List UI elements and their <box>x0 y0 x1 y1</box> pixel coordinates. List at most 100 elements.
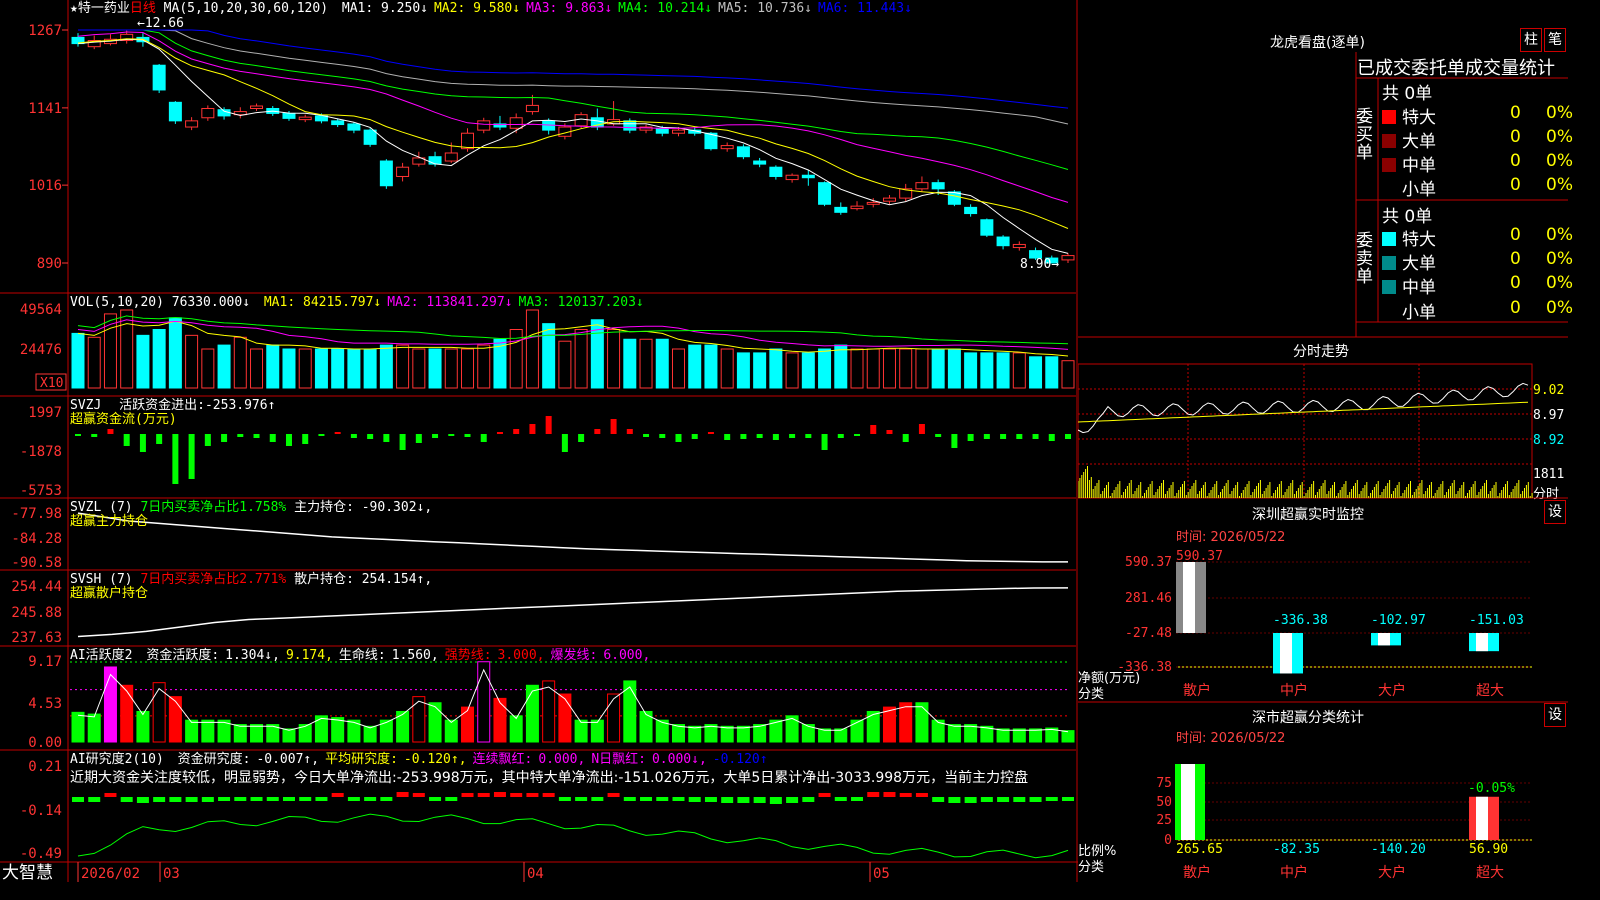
ai1-bar <box>282 728 296 743</box>
intraday-vol-tick: 1811 <box>1533 467 1565 482</box>
ai2-line <box>77 813 1069 859</box>
svzj-bar <box>789 434 796 438</box>
sell-row-name: 小单 <box>1402 303 1436 323</box>
vol-bar <box>1029 356 1043 389</box>
sz-monitor-settings[interactable]: 设 <box>1544 500 1566 524</box>
candle-body <box>168 101 182 122</box>
candle-body <box>720 145 734 150</box>
svzj-bar <box>805 434 812 438</box>
ai1-items-item: 1.304↓, <box>225 648 280 663</box>
ai2-bar <box>558 797 571 801</box>
buy-row-count: 0 <box>1510 103 1521 123</box>
vol-ma-values: MA1: 84215.797↓ MA2: 113841.297↓ MA3: 1201… <box>258 295 644 310</box>
ai2-bar <box>234 797 247 801</box>
ai1-bar <box>834 728 848 743</box>
vol-bar <box>753 352 767 389</box>
buy-row-name: 特大 <box>1402 108 1436 128</box>
buy-row-pct: 0% <box>1546 103 1573 123</box>
ai2-bar <box>964 797 977 803</box>
sz-bar-hl <box>1378 633 1390 646</box>
vol-unit: X10 <box>40 376 63 391</box>
svzj-bar <box>626 429 633 434</box>
buy-row-3: 小单 0 0% <box>1382 175 1573 200</box>
candle-body <box>980 219 994 236</box>
sell-swatch <box>1382 280 1396 294</box>
svzj-bar <box>918 424 925 434</box>
ai1-bar <box>736 725 750 743</box>
vol-bar <box>428 348 442 389</box>
ma-vals-item: MA1: 9.250↓ <box>341 1 428 16</box>
stock-name[interactable]: ★特一药业 <box>70 1 130 16</box>
svzj-bar <box>870 425 877 434</box>
ai2-bar <box>623 797 636 801</box>
svzj-bar <box>172 434 179 484</box>
svzj-bar <box>935 434 942 437</box>
sz-cat-label: 大户 <box>1378 682 1406 699</box>
candle-body <box>477 120 491 131</box>
lhb-title: 龙虎看盘(逐单) <box>1270 35 1365 51</box>
ai1-bar <box>899 702 913 743</box>
cls-y-tick: 0 <box>1164 833 1172 848</box>
candle-body <box>834 206 848 213</box>
svsh-desc2: 散户持仓: <box>294 572 354 587</box>
vol-bar <box>866 348 880 389</box>
svzj-bar <box>561 434 568 452</box>
ai2-bar <box>948 797 961 803</box>
candle-body <box>655 127 669 134</box>
ai2-y-tick: -0.49 <box>20 846 62 862</box>
ai1-items-item: 9.174, <box>285 648 333 663</box>
ai1-bar <box>168 696 182 743</box>
period-label[interactable]: 日线 <box>130 1 156 16</box>
ai1-bar <box>1029 728 1043 743</box>
ai2-items-item: 0.000↓, <box>651 752 707 767</box>
brand-label: 大智慧 <box>2 863 53 882</box>
x-axis-label: 04 <box>527 866 544 882</box>
ai1-bar <box>688 725 702 743</box>
buy-swatch <box>1382 134 1396 148</box>
tab-row[interactable]: 笔 <box>1544 28 1566 52</box>
buy-swatch <box>1382 158 1396 172</box>
sz-bar-hl <box>1280 633 1292 674</box>
ai2-bar <box>786 797 799 803</box>
ai2-bar <box>136 797 149 803</box>
svzj-bar <box>350 434 357 438</box>
vol-bar <box>882 348 896 389</box>
buy-row-1: 大单 0 0% <box>1382 127 1573 152</box>
vol-y-tick: 49564 <box>20 302 62 318</box>
sell-total: 共 0单 <box>1382 207 1433 227</box>
ai1-y-tick: 4.53 <box>28 696 62 712</box>
svzj-bar <box>837 434 844 438</box>
candle-body <box>818 182 832 205</box>
svzj-bar <box>318 434 325 436</box>
ai2-bar <box>169 797 182 802</box>
buy-swatch <box>1382 182 1396 196</box>
candle-body <box>785 174 799 181</box>
price-y-tick: 1141 <box>28 101 62 117</box>
ai2-items: 资金研究度: -0.007↑, 平均研究度: -0.120↑, 连续飘红: 0.000, N… <box>172 752 768 767</box>
vol-bar <box>704 344 718 389</box>
candle-body <box>444 152 458 162</box>
vol-bar <box>915 348 929 389</box>
vol-bar <box>996 352 1010 389</box>
main-chart-area[interactable]: 1267 1141 1016 890 ←12.66 8.90→ 49564 24476 X10 1… <box>0 0 1078 882</box>
svzj-y-tick: -1878 <box>20 444 62 460</box>
ai2-bar <box>656 797 669 801</box>
tab-column[interactable]: 柱 <box>1520 28 1542 52</box>
candle-body <box>915 182 929 190</box>
buy-row-pct: 0% <box>1546 175 1573 195</box>
ai1-bar <box>444 719 458 743</box>
sz-class-settings[interactable]: 设 <box>1544 703 1566 727</box>
vol-value: 76330.000↓ <box>171 295 251 310</box>
vol-bar <box>347 348 361 389</box>
buy-row-pct: 0% <box>1546 151 1573 171</box>
vol-bar <box>558 340 572 389</box>
svzj-bar <box>188 434 195 479</box>
svzj-bar <box>594 429 601 434</box>
ma-vals-item: MA2: 9.580↓ <box>433 1 521 16</box>
svzj-bar <box>821 434 828 450</box>
ai1-bar <box>477 661 491 743</box>
svzj-bar <box>659 434 666 438</box>
candle-body <box>671 129 685 134</box>
cls-value-label: -82.35 <box>1273 842 1320 857</box>
svzl-desc2: 主力持仓: <box>294 500 354 515</box>
